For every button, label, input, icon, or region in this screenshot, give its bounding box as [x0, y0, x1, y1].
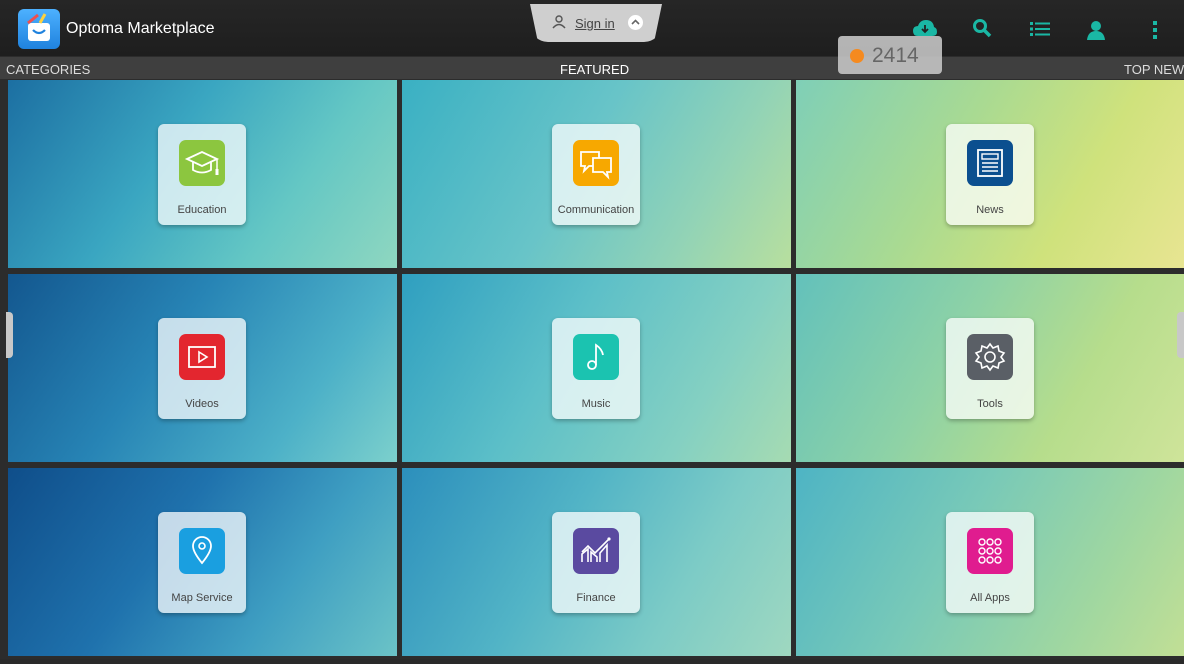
category-label: Finance — [576, 592, 616, 604]
tab-featured[interactable]: FEATURED — [560, 62, 629, 77]
category-label: Education — [177, 204, 227, 216]
category-tile-tools[interactable]: Tools — [796, 274, 1184, 462]
tab-categories[interactable]: CATEGORIES — [6, 62, 90, 77]
category-tile-all-apps[interactable]: All Apps — [796, 468, 1184, 656]
newspaper-icon — [967, 140, 1013, 186]
category-card[interactable]: Tools — [946, 318, 1034, 419]
category-tile-videos[interactable]: Videos — [8, 274, 397, 462]
category-tile-education[interactable]: Education — [8, 80, 397, 268]
category-card[interactable]: Communication — [552, 124, 640, 225]
app-logo[interactable] — [18, 9, 60, 49]
category-label: Videos — [185, 398, 219, 410]
category-card[interactable]: All Apps — [946, 512, 1034, 613]
scroll-left-handle[interactable] — [6, 312, 13, 358]
status-dot — [850, 49, 864, 63]
category-tile-map-service[interactable]: Map Service — [8, 468, 397, 656]
bottom-edge — [0, 659, 1184, 664]
tab-top-new[interactable]: TOP NEW — [1124, 62, 1184, 77]
scroll-right-handle[interactable] — [1177, 312, 1184, 358]
category-tile-news[interactable]: News — [796, 80, 1184, 268]
category-card[interactable]: Map Service — [158, 512, 246, 613]
category-card[interactable]: Videos — [158, 318, 246, 419]
user-outline-icon — [552, 15, 566, 29]
category-label: Music — [581, 398, 611, 410]
category-label: Communication — [557, 204, 635, 216]
sign-in-link[interactable]: Sign in — [575, 16, 615, 31]
category-card[interactable]: News — [946, 124, 1034, 225]
more-vertical-icon[interactable] — [1152, 20, 1158, 40]
chat-bubbles-icon — [573, 140, 619, 186]
category-label: Tools — [977, 398, 1003, 410]
map-pin-icon — [179, 528, 225, 574]
graduation-cap-icon — [179, 140, 225, 186]
category-tile-finance[interactable]: Finance — [402, 468, 791, 656]
category-label: Map Service — [171, 592, 233, 604]
chevron-up-icon[interactable] — [628, 15, 643, 30]
sign-in-tab[interactable]: Sign in — [530, 4, 662, 42]
category-tile-communication[interactable]: Communication — [402, 80, 791, 268]
category-card[interactable]: Education — [158, 124, 246, 225]
gear-icon — [967, 334, 1013, 380]
list-icon[interactable] — [1030, 21, 1050, 37]
category-label: News — [976, 204, 1004, 216]
category-tile-music[interactable]: Music — [402, 274, 791, 462]
app-title: Optoma Marketplace — [66, 20, 215, 37]
counter-badge: 2414 — [838, 36, 942, 74]
category-card[interactable]: Music — [552, 318, 640, 419]
play-icon — [179, 334, 225, 380]
category-label: All Apps — [970, 592, 1010, 604]
account-icon[interactable] — [1086, 20, 1106, 40]
chart-icon — [573, 528, 619, 574]
category-card[interactable]: Finance — [552, 512, 640, 613]
counter-value: 2414 — [872, 44, 919, 67]
grid-icon — [967, 528, 1013, 574]
music-note-icon — [573, 334, 619, 380]
search-icon[interactable] — [972, 18, 992, 38]
